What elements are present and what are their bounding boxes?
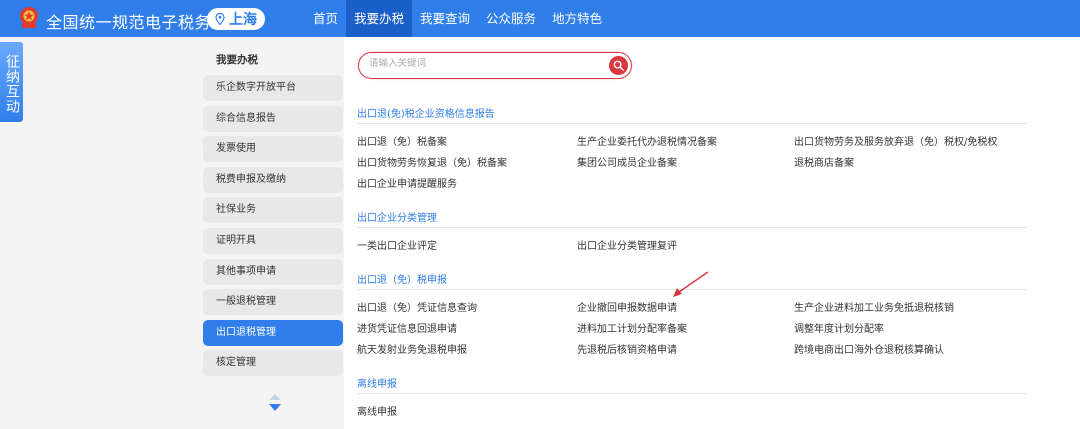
link-class-one-evaluation[interactable]: 一类出口企业评定: [357, 237, 437, 252]
link-voucher-info-query[interactable]: 出口退（免）凭证信息查询: [357, 299, 477, 314]
link-aerospace-refund[interactable]: 航天发射业务免退税申报: [357, 341, 467, 356]
nav-query[interactable]: 我要查询: [412, 0, 478, 37]
menu-item-invoice[interactable]: 发票使用: [203, 136, 343, 163]
section-divider: [357, 227, 1027, 228]
link-waive-refund-right[interactable]: 出口货物劳务及服务放弃退（免）税权/免税权: [794, 133, 997, 148]
menu-item-certificate[interactable]: 证明开具: [203, 227, 343, 254]
section-title-declaration: 出口退（免）税申报: [357, 275, 447, 286]
search-box: [358, 52, 632, 79]
menu-item-general-refund[interactable]: 一般退税管理: [203, 289, 343, 316]
menu-item-info-report[interactable]: 综合信息报告: [203, 105, 343, 132]
link-overseas-warehouse[interactable]: 跨境电商出口海外仓退税核算确认: [794, 341, 944, 356]
menu-item-leqi-platform[interactable]: 乐企数字开放平台: [203, 75, 343, 101]
menu-scroll-arrows-icon[interactable]: [268, 393, 282, 413]
menu-item-assessment[interactable]: 核定管理: [203, 350, 343, 377]
annotation-arrow-icon: [673, 271, 709, 297]
region-label: 上海: [229, 12, 257, 28]
link-refund-store-filing[interactable]: 退税商店备案: [794, 154, 854, 169]
interaction-side-tab[interactable]: 征纳互动: [0, 42, 23, 122]
site-title[interactable]: 全国统一规范电子税务局: [46, 9, 228, 33]
left-menu: 我要办税 乐企数字开放平台 综合信息报告 发票使用 税费申报及缴纳 社保业务 证…: [203, 49, 343, 381]
section-title-classification: 出口企业分类管理: [357, 213, 437, 224]
section-divider: [357, 123, 1027, 124]
nav-home[interactable]: 首页: [305, 0, 346, 37]
link-plan-ratio-filing[interactable]: 进料加工计划分配率备案: [577, 320, 687, 335]
menu-item-declaration[interactable]: 税费申报及缴纳: [203, 166, 343, 193]
section-divider: [357, 393, 1027, 394]
nav-public-service[interactable]: 公众服务: [478, 0, 544, 37]
link-purchase-voucher-rollback[interactable]: 进货凭证信息回退申请: [357, 320, 457, 335]
search-icon: [613, 60, 624, 71]
link-group-member-filing[interactable]: 集团公司成员企业备案: [577, 154, 677, 169]
link-entrusted-refund-filing[interactable]: 生产企业委托代办退税情况备案: [577, 133, 717, 148]
left-menu-title: 我要办税: [216, 54, 258, 66]
location-pin-icon: [215, 13, 225, 25]
search-input[interactable]: [369, 58, 599, 69]
menu-item-other-application[interactable]: 其他事项申请: [203, 258, 343, 285]
national-emblem-icon: [20, 7, 38, 28]
nav-local-features[interactable]: 地方特色: [544, 0, 610, 37]
link-offline-declaration[interactable]: 离线申报: [357, 403, 397, 418]
section-title-qualification: 出口退(免)税企业资格信息报告: [357, 109, 495, 120]
top-bar: 全国统一规范电子税务局 上海 首页 我要办税 我要查询 公众服务 地方特色: [0, 0, 1080, 37]
link-withdraw-declaration[interactable]: 企业撤回申报数据申请: [577, 299, 677, 314]
link-restore-refund-filing[interactable]: 出口货物劳务恢复退（免）税备案: [357, 154, 507, 169]
main-nav: 首页 我要办税 我要查询 公众服务 地方特色: [305, 0, 610, 37]
region-selector[interactable]: 上海: [207, 8, 265, 30]
menu-item-social-security[interactable]: 社保业务: [203, 197, 343, 224]
link-export-refund-filing[interactable]: 出口退（免）税备案: [357, 133, 447, 148]
link-reminder-service[interactable]: 出口企业申请提醒服务: [357, 175, 457, 190]
link-refund-before-verification[interactable]: 先退税后核销资格申请: [577, 341, 677, 356]
search-button[interactable]: [609, 55, 628, 75]
menu-item-export-refund[interactable]: 出口退税管理: [203, 319, 343, 346]
link-classification-review[interactable]: 出口企业分类管理复评: [577, 237, 677, 252]
main-panel: 出口退(免)税企业资格信息报告 出口退（免）税备案 生产企业委托代办退税情况备案…: [344, 37, 1080, 429]
nav-tax-handling[interactable]: 我要办税: [346, 0, 413, 37]
link-processing-verification[interactable]: 生产企业进料加工业务免抵退税核销: [794, 299, 954, 314]
link-adjust-annual-ratio[interactable]: 调整年度计划分配率: [794, 320, 884, 335]
section-title-offline: 离线申报: [357, 379, 397, 390]
